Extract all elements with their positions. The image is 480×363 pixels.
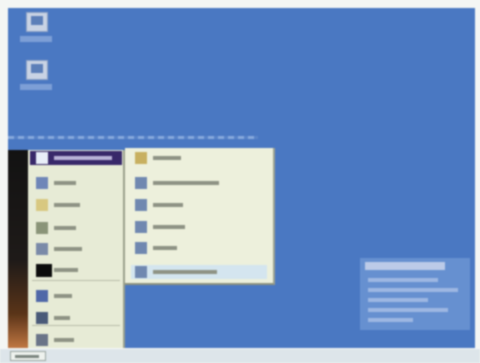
submenu-item[interactable] <box>131 241 267 255</box>
update-icon <box>36 152 48 164</box>
notification-title-bar[interactable] <box>365 262 445 270</box>
desktop-icon-label <box>20 84 52 90</box>
menu-item-text <box>153 270 217 274</box>
documents-icon <box>36 199 48 211</box>
start-menu-item[interactable] <box>30 221 122 235</box>
menu-item-text <box>54 247 82 251</box>
menu-item-text <box>54 226 76 230</box>
window-edge <box>8 136 258 139</box>
start-menu-item[interactable] <box>30 242 122 256</box>
programs-icon <box>36 177 48 189</box>
menu-item-text <box>54 316 70 320</box>
notification-line <box>368 298 428 302</box>
black-app-icon <box>36 264 52 277</box>
help-icon <box>36 290 48 302</box>
programs-submenu <box>125 148 275 285</box>
network-icon <box>26 60 48 80</box>
notification-line <box>368 278 438 282</box>
settings-icon <box>36 222 48 234</box>
start-menu-item[interactable] <box>30 289 122 303</box>
menu-item-text <box>54 268 78 272</box>
run-icon <box>36 312 48 324</box>
start-icon <box>15 355 39 358</box>
program-icon <box>135 177 147 189</box>
notification-line <box>368 308 448 312</box>
submenu-item[interactable] <box>131 198 267 212</box>
submenu-item[interactable] <box>131 265 267 279</box>
menu-separator <box>32 325 120 326</box>
menu-item-text <box>54 181 76 185</box>
menu-item-text <box>54 338 74 342</box>
submenu-item[interactable] <box>131 176 267 190</box>
program-icon <box>135 266 147 278</box>
notification-line <box>368 318 413 322</box>
menu-item-text <box>153 246 177 250</box>
folder-icon <box>135 152 147 164</box>
start-menu-item[interactable] <box>30 176 122 190</box>
menu-item-text <box>54 294 72 298</box>
computer-icon <box>26 12 48 32</box>
screen <box>0 0 480 363</box>
notification-window[interactable] <box>360 258 470 330</box>
start-menu-item[interactable] <box>30 263 122 277</box>
start-menu-banner <box>8 150 28 350</box>
program-icon <box>135 242 147 254</box>
shutdown-icon <box>36 334 48 346</box>
submenu-item[interactable] <box>131 151 267 165</box>
submenu-item[interactable] <box>131 220 267 234</box>
find-icon <box>36 243 48 255</box>
menu-item-text <box>54 156 112 160</box>
menu-item-text <box>153 181 219 185</box>
desktop-icon-label <box>20 36 52 42</box>
taskbar <box>0 348 480 363</box>
start-menu-item[interactable] <box>30 198 122 212</box>
menu-item-text <box>54 203 80 207</box>
menu-item-text <box>153 156 181 160</box>
program-icon <box>135 199 147 211</box>
start-menu-item[interactable] <box>30 311 122 325</box>
program-icon <box>135 221 147 233</box>
menu-item-text <box>153 203 183 207</box>
menu-separator <box>32 280 120 281</box>
start-menu-item[interactable] <box>30 151 122 165</box>
start-button[interactable] <box>10 351 46 361</box>
start-menu <box>28 150 125 350</box>
menu-item-text <box>153 225 185 229</box>
notification-line <box>368 288 458 292</box>
start-menu-item[interactable] <box>30 333 122 347</box>
